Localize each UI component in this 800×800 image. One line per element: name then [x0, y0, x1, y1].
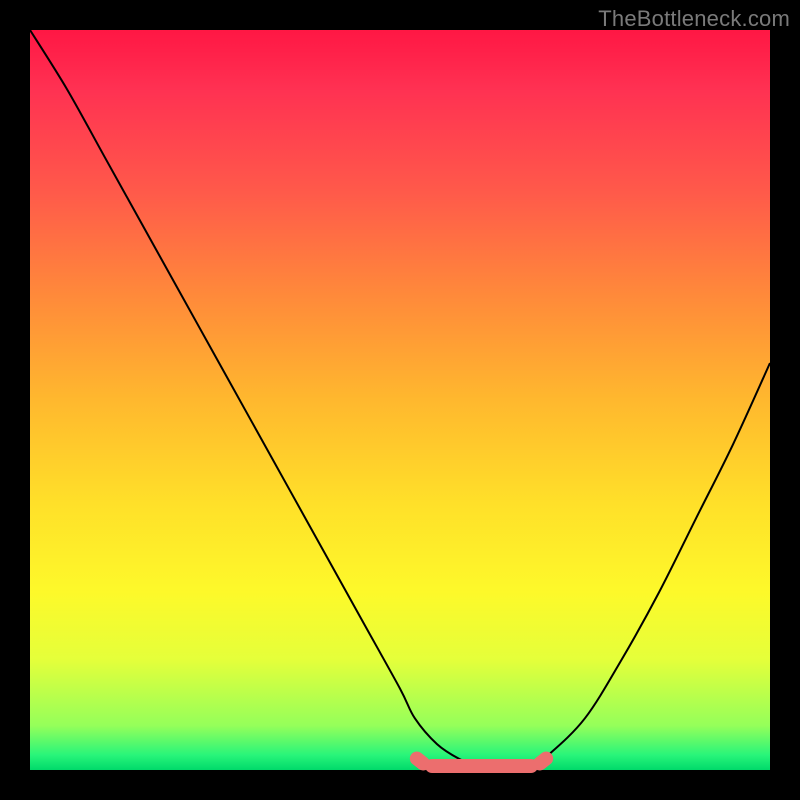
- bottleneck-curve: [30, 30, 770, 767]
- flat-region-middle: [425, 759, 538, 773]
- watermark-text: TheBottleneck.com: [598, 6, 790, 32]
- curve-svg: [30, 30, 770, 770]
- chart-container: TheBottleneck.com: [0, 0, 800, 800]
- plot-area: [30, 30, 770, 770]
